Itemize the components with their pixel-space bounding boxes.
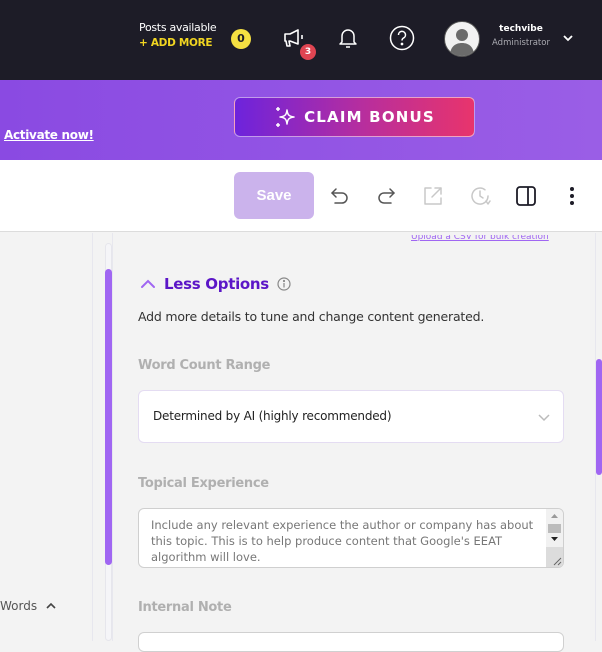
sparkle-icon (276, 107, 295, 127)
word-count-range-label: Word Count Range (138, 358, 271, 373)
undo-button[interactable] (328, 184, 352, 208)
user-menu-toggle[interactable] (561, 30, 575, 49)
textarea-scroll-controls (546, 514, 563, 567)
help-icon (389, 25, 415, 51)
chevron-down-icon (538, 414, 550, 422)
internal-note-label: Internal Note (138, 600, 232, 615)
topical-experience-placeholder: Include any relevant experience the auth… (151, 518, 534, 564)
user-name: techvibe (499, 24, 543, 34)
upload-csv-link-text: Upload a CSV for bulk creation (411, 235, 549, 242)
options-description: Add more details to tune and change cont… (138, 309, 485, 324)
user-icon (450, 29, 474, 56)
toggle-sidebar-button[interactable] (514, 184, 538, 208)
posts-available-label: Posts available (139, 21, 217, 34)
less-options-label: Less Options (164, 275, 269, 293)
help-button[interactable] (388, 24, 416, 52)
open-external-button[interactable] (421, 184, 445, 208)
posts-count-badge: 0 (231, 29, 251, 49)
claim-bonus-button[interactable]: CLAIM BONUS (234, 97, 475, 137)
main-scrollbar-thumb[interactable] (596, 359, 602, 475)
redo-button[interactable] (374, 184, 398, 208)
chevron-down-icon (563, 35, 573, 42)
topical-experience-label: Topical Experience (138, 476, 269, 491)
less-options-toggle[interactable]: Less Options (140, 275, 291, 293)
history-icon (471, 187, 491, 205)
user-info[interactable]: techvibe Administrator (489, 24, 553, 48)
history-button[interactable] (468, 184, 492, 208)
top-navigation-bar: Posts available + ADD MORE 0 3 techvibe … (0, 0, 602, 80)
chevron-up-icon (141, 279, 155, 288)
editor-toolbar: Save (0, 160, 602, 232)
notifications-button[interactable] (334, 24, 362, 52)
upload-csv-link[interactable]: Upload a CSV for bulk creation (411, 235, 564, 245)
announcements-count-badge: 3 (300, 44, 316, 60)
left-panel (0, 233, 93, 641)
more-options-button[interactable] (560, 184, 584, 208)
chevron-up-icon (46, 602, 56, 609)
redo-icon (378, 188, 395, 204)
words-label: Words (0, 599, 38, 613)
user-role: Administrator (492, 38, 550, 48)
claim-bonus-label: CLAIM BONUS (304, 108, 435, 126)
left-scrollbar-thumb[interactable] (105, 269, 112, 565)
add-more-link[interactable]: + ADD MORE (139, 37, 216, 49)
internal-note-input[interactable] (138, 632, 564, 652)
words-section-toggle[interactable]: Words (0, 599, 57, 613)
undo-icon (331, 188, 348, 204)
external-link-icon (424, 187, 442, 205)
posts-available: Posts available + ADD MORE (139, 21, 217, 49)
avatar[interactable] (444, 21, 480, 57)
textarea-scrollbar[interactable] (546, 509, 563, 567)
sidebar-toggle-icon (516, 186, 536, 206)
more-vertical-icon (570, 187, 574, 205)
info-icon[interactable] (277, 277, 291, 291)
promo-banner: Activate now! CLAIM BONUS (0, 80, 602, 160)
topical-experience-textarea[interactable]: Include any relevant experience the auth… (138, 508, 564, 568)
word-count-range-select[interactable]: Determined by AI (highly recommended) (138, 390, 564, 443)
word-count-range-value: Determined by AI (highly recommended) (153, 409, 392, 423)
save-button[interactable]: Save (234, 172, 314, 219)
bell-icon (339, 29, 357, 48)
activate-now-link[interactable]: Activate now! (4, 128, 94, 142)
